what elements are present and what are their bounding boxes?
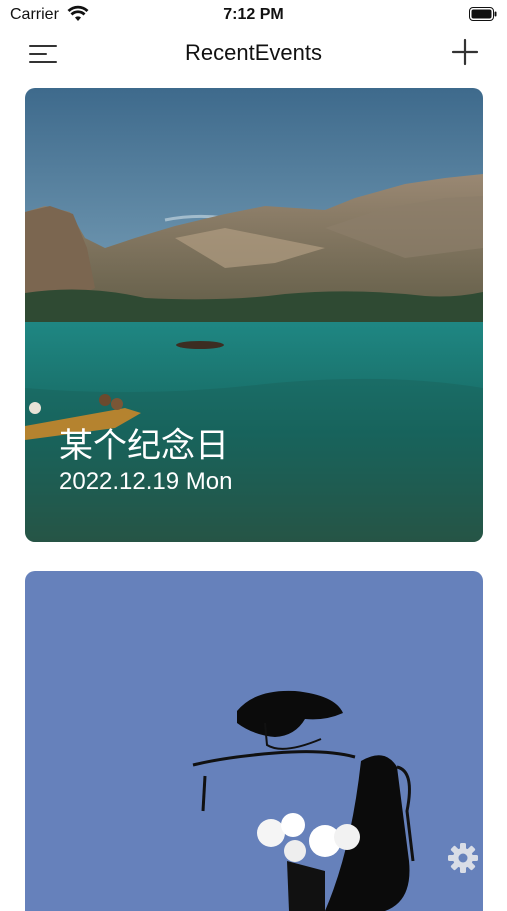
page-title: RecentEvents (185, 40, 322, 65)
battery-icon (469, 7, 497, 21)
nav-bar: RecentEvents (0, 30, 507, 78)
event-card[interactable] (25, 571, 483, 911)
plus-icon[interactable] (451, 38, 479, 66)
gear-icon[interactable] (447, 842, 479, 874)
event-illustration (192, 690, 415, 911)
status-bar: Carrier 7:12 PM (0, 0, 507, 30)
event-card[interactable]: 某个纪念日 2022.12.19 Mon (25, 88, 483, 542)
event-title: 某个纪念日 (59, 426, 229, 466)
status-time: 7:12 PM (223, 6, 284, 23)
event-date: 2022.12.19 Mon (59, 468, 233, 495)
